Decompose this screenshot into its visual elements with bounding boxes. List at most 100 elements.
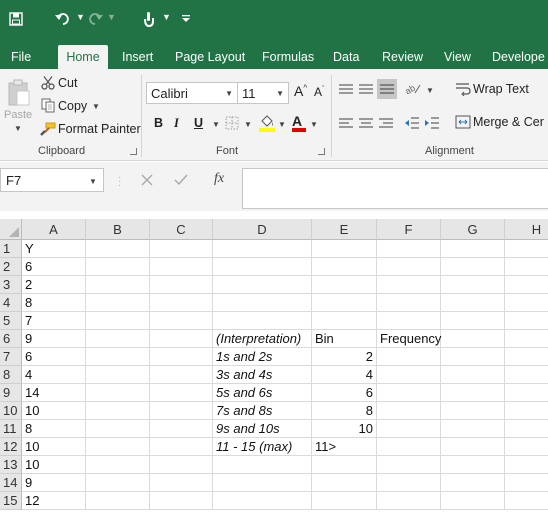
column-header-f[interactable]: F [377, 219, 441, 240]
cell-h3[interactable] [505, 276, 548, 294]
formula-bar-grip[interactable]: · · · [118, 173, 121, 191]
save-icon[interactable] [8, 8, 24, 30]
cell-b4[interactable] [86, 294, 150, 312]
cut-button[interactable]: Cut [58, 76, 77, 90]
cell-f10[interactable] [377, 402, 441, 420]
chevron-down-icon[interactable]: ▼ [89, 177, 97, 186]
cell-a5[interactable]: 7 [22, 312, 86, 330]
cell-d15[interactable] [213, 492, 312, 510]
orientation-dropdown-icon[interactable]: ▼ [426, 86, 434, 95]
copy-dropdown-icon[interactable]: ▼ [92, 102, 100, 111]
touch-mode-icon[interactable] [142, 8, 156, 30]
cell-c2[interactable] [150, 258, 213, 276]
orientation-icon[interactable]: ab [404, 79, 422, 97]
cell-d3[interactable] [213, 276, 312, 294]
cell-e13[interactable] [312, 456, 377, 474]
top-align-icon[interactable] [338, 81, 354, 97]
cell-f14[interactable] [377, 474, 441, 492]
cell-h6[interactable] [505, 330, 548, 348]
cell-d5[interactable] [213, 312, 312, 330]
cell-h9[interactable] [505, 384, 548, 402]
cell-g11[interactable] [441, 420, 505, 438]
cell-b1[interactable] [86, 240, 150, 258]
cell-f6[interactable]: Frequency [377, 330, 441, 348]
cell-d1[interactable] [213, 240, 312, 258]
cell-a13[interactable]: 10 [22, 456, 86, 474]
row-header-1[interactable]: 1 [0, 240, 22, 258]
cell-b10[interactable] [86, 402, 150, 420]
cell-h13[interactable] [505, 456, 548, 474]
cell-f12[interactable] [377, 438, 441, 456]
cell-g6[interactable] [441, 330, 505, 348]
cell-c7[interactable] [150, 348, 213, 366]
fill-color-dropdown-icon[interactable]: ▼ [278, 120, 286, 129]
cell-d7[interactable]: 1s and 2s [213, 348, 312, 366]
cell-b6[interactable] [86, 330, 150, 348]
increase-indent-icon[interactable] [424, 115, 440, 131]
cell-d11[interactable]: 9s and 10s [213, 420, 312, 438]
paste-dropdown-icon[interactable]: ▼ [14, 124, 22, 133]
cell-b2[interactable] [86, 258, 150, 276]
cell-a6[interactable]: 9 [22, 330, 86, 348]
cell-a3[interactable]: 2 [22, 276, 86, 294]
cell-c5[interactable] [150, 312, 213, 330]
cell-g13[interactable] [441, 456, 505, 474]
shrink-font-button[interactable]: Aˇ [314, 85, 324, 99]
cell-d13[interactable] [213, 456, 312, 474]
fill-color-icon[interactable] [258, 113, 276, 133]
cell-e14[interactable] [312, 474, 377, 492]
name-box[interactable]: F7 ▼ [0, 168, 104, 192]
cell-f2[interactable] [377, 258, 441, 276]
cell-h4[interactable] [505, 294, 548, 312]
row-header-4[interactable]: 4 [0, 294, 22, 312]
wrap-text-icon[interactable] [454, 81, 472, 97]
cell-f15[interactable] [377, 492, 441, 510]
cell-c15[interactable] [150, 492, 213, 510]
cell-g8[interactable] [441, 366, 505, 384]
font-launcher-icon[interactable] [318, 148, 325, 155]
bottom-align-icon[interactable] [377, 79, 397, 99]
cell-b13[interactable] [86, 456, 150, 474]
row-header-11[interactable]: 11 [0, 420, 22, 438]
cell-c9[interactable] [150, 384, 213, 402]
cell-g7[interactable] [441, 348, 505, 366]
cell-a11[interactable]: 8 [22, 420, 86, 438]
cell-g4[interactable] [441, 294, 505, 312]
cell-g12[interactable] [441, 438, 505, 456]
cell-b7[interactable] [86, 348, 150, 366]
format-painter-button[interactable]: Format Painter [58, 122, 141, 136]
row-header-8[interactable]: 8 [0, 366, 22, 384]
cell-c12[interactable] [150, 438, 213, 456]
cell-d10[interactable]: 7s and 8s [213, 402, 312, 420]
wrap-text-button[interactable]: Wrap Text [473, 82, 529, 96]
row-header-15[interactable]: 15 [0, 492, 22, 510]
cell-e2[interactable] [312, 258, 377, 276]
cell-b5[interactable] [86, 312, 150, 330]
borders-icon[interactable] [224, 115, 240, 131]
cell-h8[interactable] [505, 366, 548, 384]
cell-d12[interactable]: 11 - 15 (max) [213, 438, 312, 456]
cell-a12[interactable]: 10 [22, 438, 86, 456]
cell-e9[interactable]: 6 [312, 384, 377, 402]
cell-c6[interactable] [150, 330, 213, 348]
cell-g14[interactable] [441, 474, 505, 492]
italic-button[interactable]: I [174, 116, 179, 131]
merge-center-icon[interactable] [454, 114, 472, 130]
cell-b15[interactable] [86, 492, 150, 510]
cell-f13[interactable] [377, 456, 441, 474]
cell-e5[interactable] [312, 312, 377, 330]
cell-e15[interactable] [312, 492, 377, 510]
row-header-12[interactable]: 12 [0, 438, 22, 456]
cell-c10[interactable] [150, 402, 213, 420]
customize-qat-icon[interactable] [180, 8, 192, 30]
row-header-3[interactable]: 3 [0, 276, 22, 294]
cell-e6[interactable]: Bin [312, 330, 377, 348]
cell-b9[interactable] [86, 384, 150, 402]
cell-g5[interactable] [441, 312, 505, 330]
cell-g10[interactable] [441, 402, 505, 420]
cell-f5[interactable] [377, 312, 441, 330]
undo-dropdown-icon[interactable]: ▼ [76, 12, 85, 22]
column-header-e[interactable]: E [312, 219, 377, 240]
font-name-select[interactable]: Calibri ▼ [146, 82, 238, 104]
cell-d14[interactable] [213, 474, 312, 492]
